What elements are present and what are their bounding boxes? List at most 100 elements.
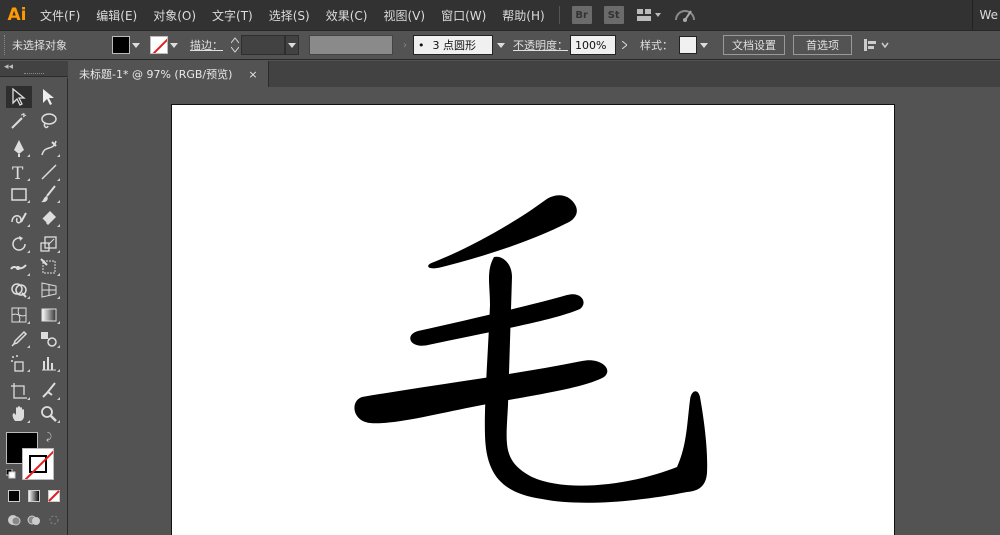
opacity-label[interactable]: 不透明度： <box>513 37 568 53</box>
perspective-grid-tool-icon[interactable] <box>36 279 62 301</box>
menu-item[interactable]: 帮助(H) <box>494 7 552 24</box>
opacity-field[interactable]: 100% <box>570 35 616 55</box>
tool-row <box>6 352 62 374</box>
stroke-weight-spinner[interactable] <box>229 35 241 55</box>
shaper-tool-icon[interactable] <box>6 207 32 229</box>
brush-definition-value: 3 点圆形 <box>432 39 477 52</box>
artboard[interactable] <box>171 104 895 535</box>
panel-grip[interactable] <box>24 73 44 74</box>
tool-group-indicator <box>57 296 60 299</box>
rectangle-tool-icon[interactable] <box>6 183 32 205</box>
zoom-tool-icon[interactable] <box>36 403 62 425</box>
tool-group-indicator <box>57 345 60 348</box>
glyph-stroke-top <box>428 195 577 269</box>
stroke-swatch[interactable] <box>150 36 168 54</box>
brush-definition-field[interactable]: • 3 点圆形 <box>413 35 493 55</box>
mao-character-artwork[interactable] <box>172 105 896 535</box>
workspace-label[interactable]: We <box>979 8 1000 22</box>
control-bar: 未选择对象 描边： › • 3 点圆形 不透明度： 100% 样式： 文档设置 首… <box>0 30 1000 60</box>
color-icon[interactable] <box>6 488 22 504</box>
tool-group-indicator <box>57 154 60 157</box>
hand-tool-icon[interactable] <box>6 403 32 425</box>
artboard-tool-icon[interactable] <box>6 380 32 402</box>
menu-item[interactable]: 文字(T) <box>204 7 261 24</box>
document-setup-button[interactable]: 文档设置 <box>723 35 785 55</box>
symbol-sprayer-tool-icon[interactable] <box>6 352 32 374</box>
menu-item[interactable]: 窗口(W) <box>433 7 494 24</box>
arrange-documents-icon[interactable] <box>636 8 662 22</box>
magic-wand-tool-icon[interactable] <box>6 110 32 132</box>
free-transform-tool-icon[interactable] <box>36 256 62 278</box>
glyph-stroke-bottom <box>354 360 608 424</box>
control-bar-grip[interactable] <box>4 35 8 55</box>
width-tool-icon[interactable] <box>6 256 32 278</box>
chevron-down-icon[interactable] <box>168 42 180 48</box>
stock-button[interactable]: St <box>603 6 624 24</box>
gradient-tool-icon[interactable] <box>36 304 62 326</box>
lasso-tool-icon[interactable] <box>36 110 62 132</box>
rotate-tool-icon[interactable] <box>6 233 32 255</box>
fill-swatch[interactable] <box>112 36 130 54</box>
paintbrush-tool-icon[interactable] <box>36 183 62 205</box>
chevron-down-icon[interactable] <box>697 42 711 48</box>
chevron-down-icon[interactable]: › <box>403 40 407 51</box>
stroke-label[interactable]: 描边： <box>190 37 223 53</box>
chevron-down-icon[interactable] <box>493 42 509 48</box>
mesh-tool-icon[interactable] <box>6 304 32 326</box>
eyedropper-tool-icon[interactable] <box>6 328 32 350</box>
draw-normal-icon[interactable] <box>6 512 22 528</box>
tool-row <box>6 403 62 425</box>
direct-selection-tool-icon[interactable] <box>36 86 62 108</box>
menu-item[interactable]: 编辑(E) <box>88 7 145 24</box>
tools-panel-header[interactable]: ◂◂ <box>0 61 68 77</box>
color-mode-row <box>6 488 62 504</box>
chevron-down-icon[interactable] <box>285 35 299 55</box>
tool-group-indicator <box>57 420 60 423</box>
menu-item[interactable]: 对象(O) <box>145 7 204 24</box>
tool-row <box>6 233 62 255</box>
gpu-performance-icon[interactable] <box>674 6 696 24</box>
menu-item[interactable]: 视图(V) <box>375 7 433 24</box>
scale-tool-icon[interactable] <box>36 233 62 255</box>
tool-group-indicator <box>57 224 60 227</box>
tool-row <box>6 380 62 402</box>
menu-item[interactable]: 效果(C) <box>318 7 376 24</box>
chevron-down-icon[interactable] <box>130 42 142 48</box>
pen-tool-icon[interactable] <box>6 137 32 159</box>
stroke-color-box[interactable] <box>22 448 54 480</box>
swap-fill-stroke-icon[interactable]: ⤸ <box>46 432 52 443</box>
slice-tool-icon[interactable] <box>36 380 62 402</box>
chevron-right-icon[interactable] <box>616 41 632 49</box>
menu-item[interactable]: 选择(S) <box>261 7 318 24</box>
none-icon[interactable] <box>46 488 62 504</box>
tool-group-indicator <box>27 420 30 423</box>
close-icon[interactable]: × <box>248 68 257 81</box>
tool-row <box>6 328 62 350</box>
menu-item[interactable]: 文件(F) <box>32 7 88 24</box>
variable-width-profile[interactable] <box>309 35 393 55</box>
graphic-style-swatch[interactable] <box>679 36 697 54</box>
default-fill-stroke-icon[interactable] <box>5 468 16 479</box>
selection-tool-icon[interactable] <box>6 86 32 108</box>
column-graph-tool-icon[interactable] <box>36 352 62 374</box>
draw-behind-icon[interactable] <box>26 512 42 528</box>
blend-tool-icon[interactable] <box>36 328 62 350</box>
curvature-tool-icon[interactable] <box>36 137 62 159</box>
bridge-button[interactable]: Br <box>571 6 592 24</box>
align-options-icon[interactable] <box>862 37 892 53</box>
tool-group-indicator <box>57 369 60 372</box>
document-tab[interactable]: 未标题-1* @ 97% (RGB/预览) × <box>69 61 269 87</box>
type-tool-icon[interactable]: T <box>6 161 32 183</box>
shape-builder-tool-icon[interactable] <box>6 279 32 301</box>
gradient-icon[interactable] <box>26 488 42 504</box>
tool-group-indicator <box>27 345 30 348</box>
tool-group-indicator <box>27 250 30 253</box>
line-segment-tool-icon[interactable] <box>36 161 62 183</box>
tool-row <box>6 256 62 278</box>
draw-inside-icon[interactable] <box>46 512 62 528</box>
collapse-panel-icon[interactable]: ◂◂ <box>4 62 13 72</box>
preferences-button[interactable]: 首选项 <box>793 35 852 55</box>
eraser-tool-icon[interactable] <box>36 207 62 229</box>
canvas-area[interactable] <box>69 87 1000 535</box>
stroke-weight-field[interactable] <box>241 35 285 55</box>
